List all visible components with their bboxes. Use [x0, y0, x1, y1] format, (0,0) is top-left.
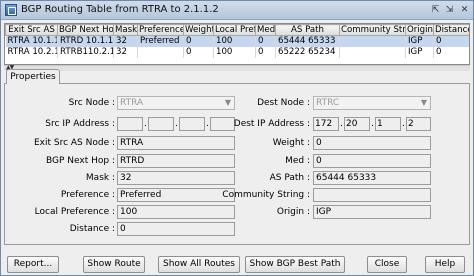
table-cell: 32 — [113, 46, 138, 58]
bgp-next-hop-label: BGP Next Hop : — [46, 156, 115, 166]
community-string-field — [313, 188, 431, 202]
column-header[interactable]: Exit Src AS — [5, 24, 58, 36]
table-cell — [339, 35, 406, 47]
table-cell: RTRA 10.2.1... — [5, 46, 58, 58]
origin-label: Origin : — [276, 207, 310, 217]
ip-dot: . — [206, 119, 209, 129]
column-header[interactable]: BGP Next Hop — [57, 24, 114, 36]
column-header[interactable]: Distance — [433, 24, 469, 36]
table-cell: RTRB110.2.1.2 — [57, 46, 114, 58]
table-cell: 65222 65234 — [275, 46, 340, 58]
ip-dot: . — [175, 119, 178, 129]
table-cell: 0 — [433, 35, 469, 47]
exit-src-as-label: Exit Src AS Node : — [33, 138, 115, 148]
restore-icon[interactable]: ⇱ — [429, 4, 442, 17]
src-node-value: RTRA — [120, 98, 144, 108]
close-icon[interactable]: ✕ — [458, 4, 471, 17]
app-icon — [5, 4, 17, 16]
table-cell: 0 — [255, 35, 276, 47]
table-cell — [137, 46, 184, 58]
table-cell: 0 — [183, 46, 214, 58]
chevron-down-icon: ▼ — [420, 98, 427, 107]
dest-ip-octet-1[interactable]: 172 — [313, 117, 339, 131]
column-header[interactable]: Med — [255, 24, 276, 36]
table-cell: 0 — [433, 46, 469, 58]
distance-label: Distance : — [69, 224, 115, 234]
table-cell: RTRD 10.1.1.1 — [57, 35, 114, 47]
distance-field: 0 — [117, 222, 235, 236]
table-cell: IGP — [405, 46, 434, 58]
properties-panel: Src Node : RTRA ▼ Dest Node : RTRC ▼ Src… — [4, 83, 470, 245]
table-header-row: Exit Src AS BGP Next Hop Mask Preference… — [5, 24, 469, 36]
table-cell: 100 — [213, 46, 256, 58]
show-all-routes-button[interactable]: Show All Routes — [158, 256, 240, 273]
ip-dot: . — [402, 119, 405, 129]
ip-dot: . — [340, 119, 343, 129]
column-header[interactable]: Community String — [339, 24, 406, 36]
dest-node-select: RTRC ▼ — [313, 96, 431, 110]
weight-label: Weight : — [272, 138, 310, 148]
dest-ip-octet-4[interactable]: 2 — [406, 117, 431, 131]
dest-ip-octet-2[interactable]: 20 — [344, 117, 370, 131]
report-button[interactable]: Report... — [7, 256, 59, 273]
med-field: 0 — [313, 154, 431, 168]
title-bar[interactable]: BGP Routing Table from RTRA to 2.1.1.2 ⇱… — [1, 1, 473, 20]
table-cell: IGP — [405, 35, 434, 47]
table-cell: 0 — [183, 35, 214, 47]
window-title: BGP Routing Table from RTRA to 2.1.1.2 — [21, 4, 219, 15]
as-path-label: AS Path : — [269, 173, 310, 183]
table-cell: Preferred — [137, 35, 184, 47]
dest-ip-octet-3[interactable]: 1 — [375, 117, 401, 131]
src-ip-octet-3[interactable] — [179, 117, 205, 131]
table-cell: 100 — [213, 35, 256, 47]
show-route-button[interactable]: Show Route — [83, 256, 145, 273]
column-header[interactable]: Local Pref — [213, 24, 256, 36]
table-cell: RTRA 10.1.1... — [5, 35, 58, 47]
local-preference-label: Local Preference : — [34, 207, 115, 217]
show-bgp-best-path-button[interactable]: Show BGP Best Path — [245, 256, 345, 273]
origin-field: IGP — [313, 205, 431, 219]
table-cell: 65444 65333 — [275, 35, 340, 47]
dest-node-value: RTRC — [316, 98, 340, 108]
community-string-label: Community String : — [222, 190, 310, 200]
as-path-field: 65444 65333 — [313, 171, 431, 185]
column-header[interactable]: AS Path — [275, 24, 340, 36]
table-row[interactable]: RTRA 10.1.1... RTRD 10.1.1.1 32 Preferre… — [5, 35, 469, 47]
splitter[interactable]: ▲▼ — [4, 64, 470, 71]
table-cell: 32 — [113, 35, 138, 47]
weight-field: 0 — [313, 136, 431, 150]
column-header[interactable]: Mask — [113, 24, 138, 36]
table-cell: 0 — [255, 46, 276, 58]
dest-ip-label: Dest IP Address : — [233, 119, 310, 129]
ip-dot: . — [144, 119, 147, 129]
src-ip-octet-2[interactable] — [148, 117, 174, 131]
src-ip-octet-1[interactable] — [117, 117, 143, 131]
column-header[interactable]: Weight — [183, 24, 214, 36]
column-header[interactable]: Preference — [137, 24, 184, 36]
help-button[interactable]: Help — [425, 256, 465, 273]
src-ip-label: Src IP Address : — [45, 119, 115, 129]
table-cell — [339, 46, 406, 58]
ip-dot: . — [371, 119, 374, 129]
bgp-routing-window: BGP Routing Table from RTRA to 2.1.1.2 ⇱… — [0, 0, 474, 276]
preference-label: Preference : — [60, 190, 115, 200]
column-header[interactable]: Origin — [405, 24, 434, 36]
close-button[interactable]: Close — [367, 256, 407, 273]
dest-node-label: Dest Node : — [257, 98, 310, 108]
med-label: Med : — [285, 156, 310, 166]
mask-label: Mask : — [85, 173, 115, 183]
table-row[interactable]: RTRA 10.2.1... RTRB110.2.1.2 32 0 100 0 … — [5, 46, 469, 58]
routing-table: Exit Src AS BGP Next Hop Mask Preference… — [4, 23, 470, 65]
src-node-label: Src Node : — [68, 98, 115, 108]
tab-properties[interactable]: Properties — [6, 69, 60, 84]
minimize-icon[interactable]: ⇲ — [443, 4, 456, 17]
